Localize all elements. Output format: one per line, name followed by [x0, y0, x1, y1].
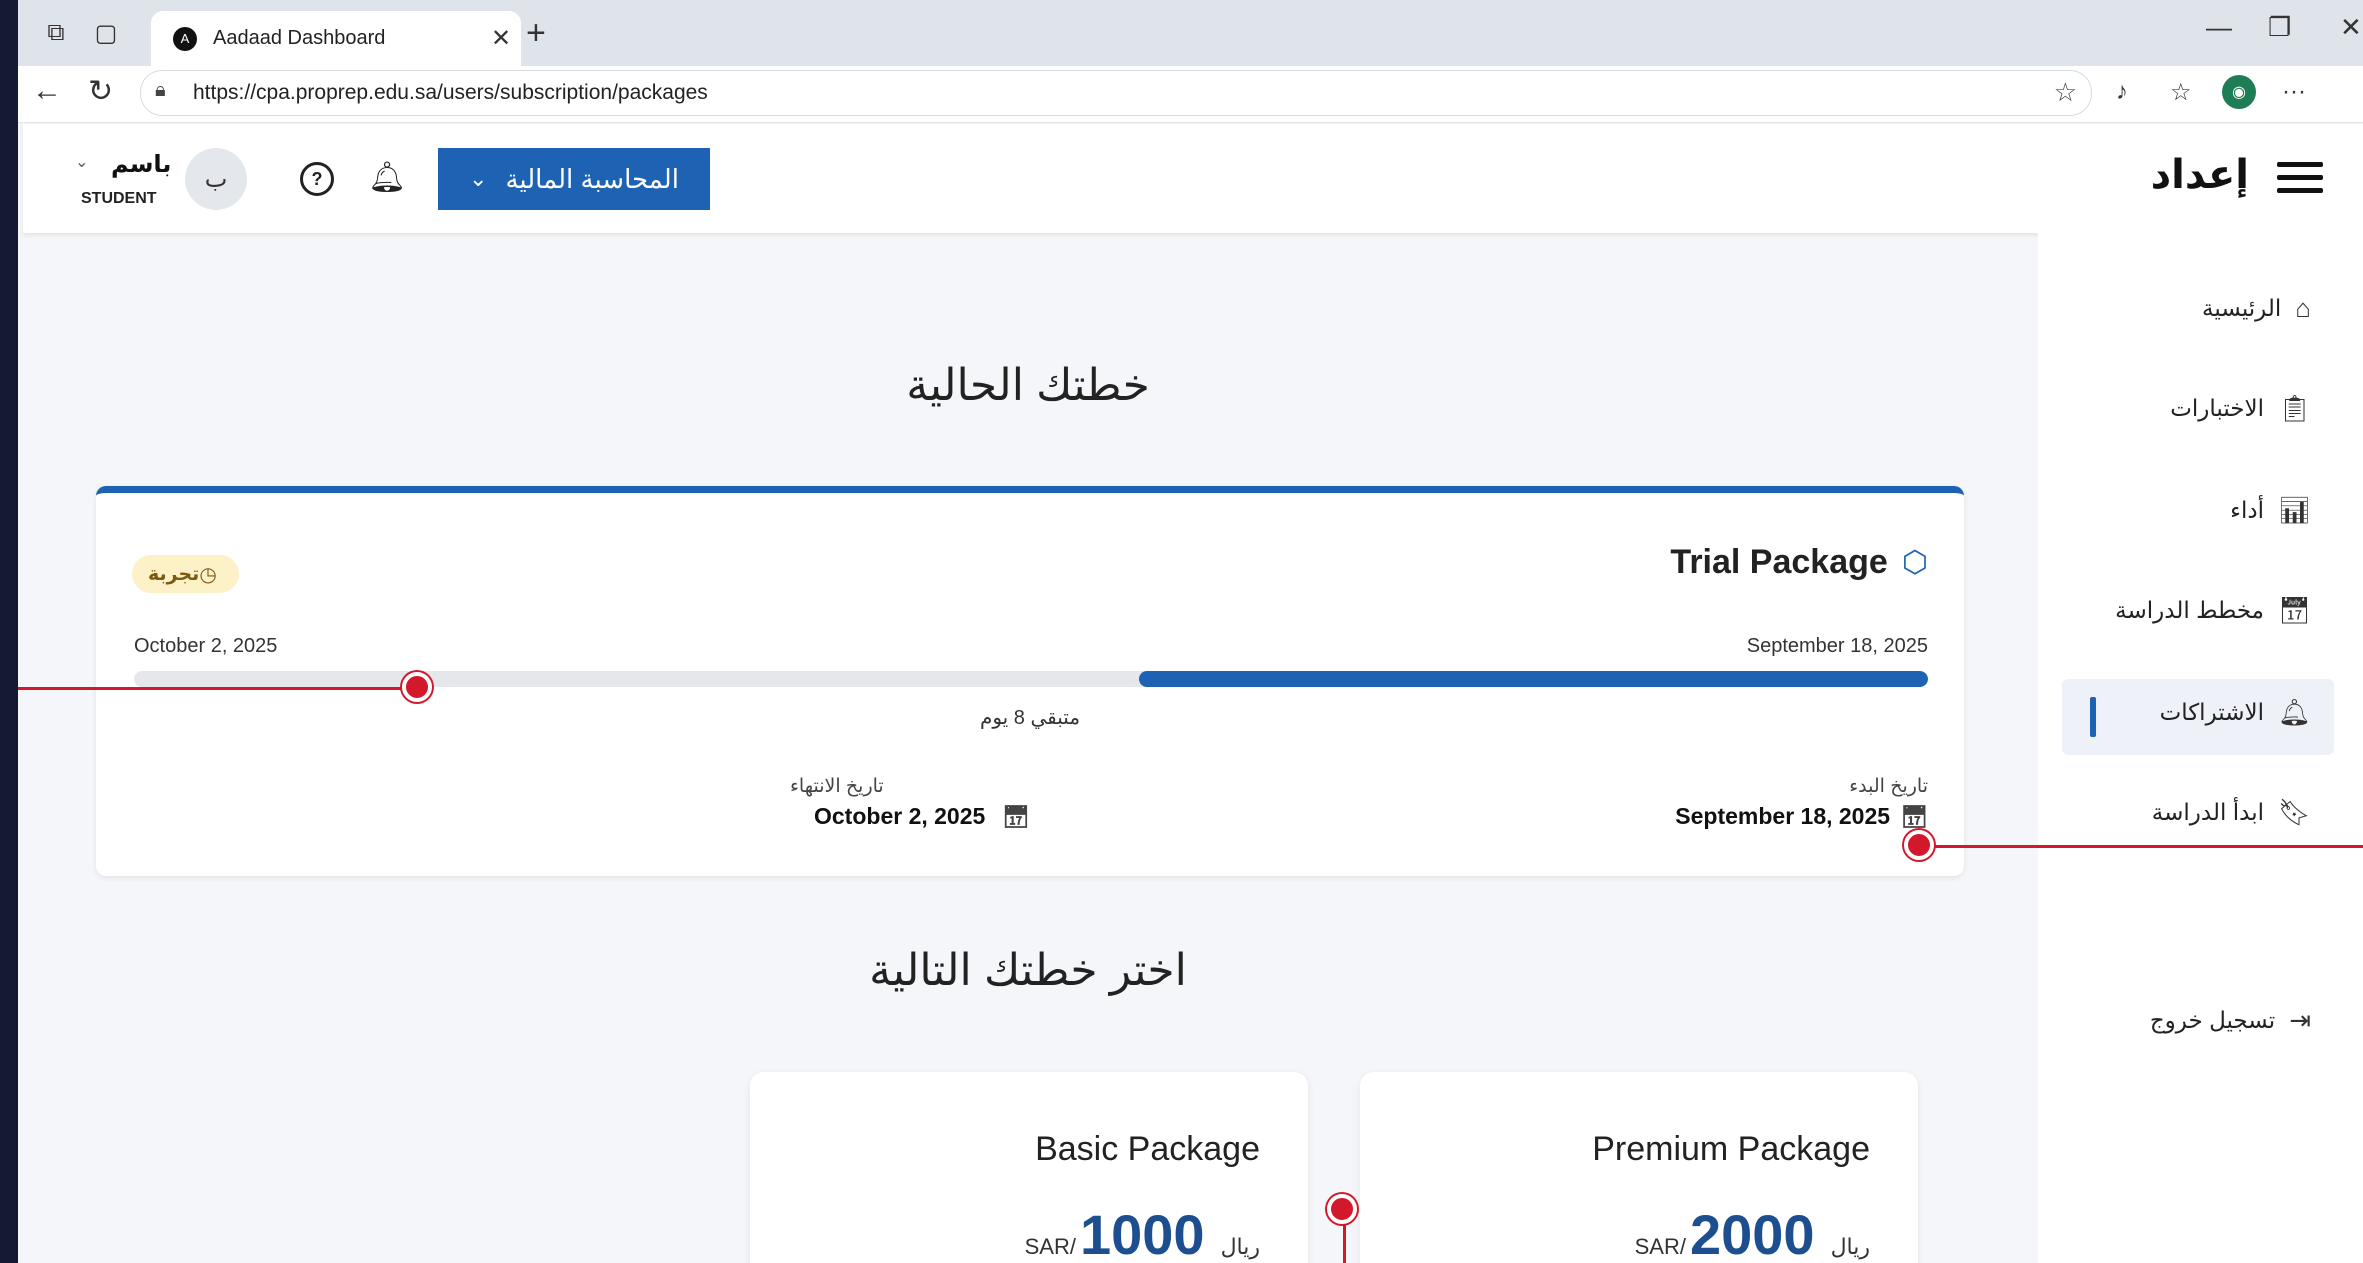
package-box-icon: ⬡	[1901, 546, 1928, 579]
sidebar-item-label: ابدأ الدراسة	[2151, 799, 2264, 825]
calendar-icon: 📅︎	[1001, 804, 1030, 829]
more-options-icon[interactable]: ···	[2282, 78, 2306, 106]
price-amount: 1000	[1079, 1203, 1205, 1263]
close-window-icon[interactable]: ✕	[2340, 12, 2362, 43]
sidebar-item-exams[interactable]: الاختبارات 📋︎	[2170, 393, 2311, 424]
user-name[interactable]: باسم	[111, 150, 171, 179]
browser-window: ⧉ ▢ A Aadaad Dashboard ✕ + — ❐ ✕ ← ↻ 🔒︎ …	[18, 0, 2363, 1263]
sidebar-item-label: أداء	[2230, 497, 2264, 523]
user-menu-chevron-icon[interactable]: ⌄	[75, 152, 88, 172]
annotation-marker	[1327, 1194, 1357, 1224]
trial-badge: تجربة ◷	[132, 555, 239, 593]
end-date-value-row: October 2, 2025 📅︎	[814, 803, 1030, 830]
start-date-value-row: September 18, 2025 📅︎	[1675, 803, 1928, 830]
price-riyal: ريال	[1830, 1234, 1870, 1259]
package-price: SAR/ 1000 ريال	[1025, 1202, 1260, 1263]
price-currency: SAR/	[1024, 1234, 1076, 1259]
trial-badge-label: تجربة	[148, 563, 200, 585]
browser-tab[interactable]: A Aadaad Dashboard ✕	[151, 11, 521, 66]
calendar-clock-icon: 📅︎	[2277, 595, 2311, 625]
annotation-line	[1343, 1218, 1346, 1263]
tab-bar: ⧉ ▢ A Aadaad Dashboard ✕ + — ❐ ✕	[18, 0, 2363, 66]
logout-label: تسجيل خروج	[2149, 1007, 2276, 1033]
favorites-icon[interactable]: ☆	[2170, 78, 2192, 107]
price-riyal: ريال	[1220, 1234, 1260, 1259]
close-tab-icon[interactable]: ✕	[481, 24, 521, 53]
notifications-bell-icon[interactable]: 🔔︎	[368, 160, 406, 195]
favorite-star-icon[interactable]: ☆	[2054, 77, 2077, 108]
package-name: Trial Package	[1670, 543, 1888, 581]
address-bar: ← ↻ 🔒︎ https://cpa.proprep.edu.sa/users/…	[18, 66, 2363, 123]
start-date-label: تاريخ البدء	[1849, 776, 1928, 797]
sidebar-item-logout[interactable]: تسجيل خروج ⇥	[2150, 1005, 2311, 1036]
course-selector-label: المحاسبة المالية	[505, 163, 679, 194]
sidebar-item-label: الرئيسية	[2202, 295, 2282, 321]
tab-title: Aadaad Dashboard	[213, 27, 386, 49]
annotation-line	[18, 687, 422, 690]
brand-logo[interactable]: إعداد	[2151, 152, 2249, 198]
days-remaining: متبقي 8 يوم	[979, 707, 1081, 729]
next-plan-heading: اختر خطتك التالية	[869, 946, 1187, 995]
back-icon[interactable]: ←	[32, 74, 62, 108]
annotation-marker	[1904, 830, 1934, 860]
url-field[interactable]: 🔒︎ https://cpa.proprep.edu.sa/users/subs…	[140, 70, 2092, 116]
package-card-basic[interactable]: Basic Package SAR/ 1000 ريال	[750, 1072, 1308, 1263]
workspaces-icon[interactable]: ⧉	[40, 18, 72, 48]
course-selector-button[interactable]: ⌄ المحاسبة المالية	[438, 148, 710, 210]
chart-icon: 📊︎	[2277, 495, 2311, 525]
package-card-premium[interactable]: Premium Package SAR/ 2000 ريال	[1360, 1072, 1918, 1263]
new-tab-icon[interactable]: +	[526, 14, 546, 53]
extension-icon[interactable]: ♪	[2116, 78, 2128, 106]
start-date-value: September 18, 2025	[1675, 803, 1891, 829]
book-icon: 🔖︎	[2277, 797, 2311, 827]
sidebar-active-indicator	[2090, 697, 2096, 737]
progress-start-date: September 18, 2025	[1746, 635, 1928, 657]
current-plan-heading: خطتك الحالية	[906, 361, 1150, 410]
chevron-down-icon: ⌄	[469, 166, 488, 191]
package-price: SAR/ 2000 ريال	[1635, 1202, 1870, 1263]
sidebar-item-subscriptions[interactable]: الاشتراكات 🔔︎	[2160, 697, 2311, 728]
calendar-icon: 📅︎	[1900, 803, 1928, 829]
logout-icon: ⇥	[2289, 1005, 2311, 1035]
progress-end-date: October 2, 2025	[134, 635, 278, 657]
sidebar-item-start-study[interactable]: ابدأ الدراسة 🔖︎	[2152, 797, 2311, 828]
minimize-icon[interactable]: —	[2206, 12, 2232, 43]
current-plan-card: تجربة ◷ Trial Package ⬡ October 2, 2025 …	[96, 486, 1964, 876]
url-text: https://cpa.proprep.edu.sa/users/subscri…	[193, 81, 708, 104]
clock-icon: ◷	[199, 563, 217, 586]
profile-avatar-icon[interactable]: ◉	[2222, 75, 2256, 109]
help-icon[interactable]: ?	[300, 162, 334, 196]
bell-icon: 🔔︎	[2277, 697, 2311, 727]
price-amount: 2000	[1689, 1203, 1815, 1263]
sidebar: الرئيسية ⌂ الاختبارات 📋︎ أداء 📊︎ مخطط ال…	[2038, 233, 2363, 1263]
sidebar-item-study-planner[interactable]: مخطط الدراسة 📅︎	[2115, 595, 2311, 626]
refresh-icon[interactable]: ↻	[88, 74, 113, 109]
progress-fill	[1138, 671, 1928, 687]
home-icon: ⌂	[2295, 293, 2311, 323]
price-currency: SAR/	[1634, 1234, 1686, 1259]
lock-icon: 🔒︎	[155, 79, 166, 101]
sidebar-item-performance[interactable]: أداء 📊︎	[2230, 495, 2311, 526]
annotation-marker	[402, 672, 432, 702]
package-card-title: Basic Package	[1035, 1130, 1260, 1168]
clipboard-icon: 📋︎	[2277, 393, 2311, 423]
annotation-line	[1920, 845, 2363, 848]
sidebar-item-home[interactable]: الرئيسية ⌂	[2202, 293, 2311, 324]
restore-icon[interactable]: ❐	[2268, 12, 2291, 43]
tab-favicon-icon: A	[173, 26, 197, 51]
user-role: STUDENT	[81, 190, 157, 207]
tab-actions-icon[interactable]: ▢	[90, 18, 122, 48]
end-date-label: تاريخ الانتهاء	[790, 776, 884, 797]
user-avatar[interactable]: ب	[185, 148, 247, 210]
app-header: إعداد ⌄ المحاسبة المالية 🔔︎ ? ب باسم ⌄ S…	[23, 124, 2363, 233]
package-card-title: Premium Package	[1592, 1130, 1870, 1168]
sidebar-item-label: الاختبارات	[2170, 395, 2264, 421]
sidebar-item-label: الاشتراكات	[2159, 699, 2264, 725]
hamburger-menu-icon[interactable]	[2277, 162, 2323, 193]
package-title: Trial Package ⬡	[1670, 543, 1928, 582]
sidebar-item-label: مخطط الدراسة	[2115, 597, 2264, 623]
end-date-value: October 2, 2025	[814, 803, 986, 829]
